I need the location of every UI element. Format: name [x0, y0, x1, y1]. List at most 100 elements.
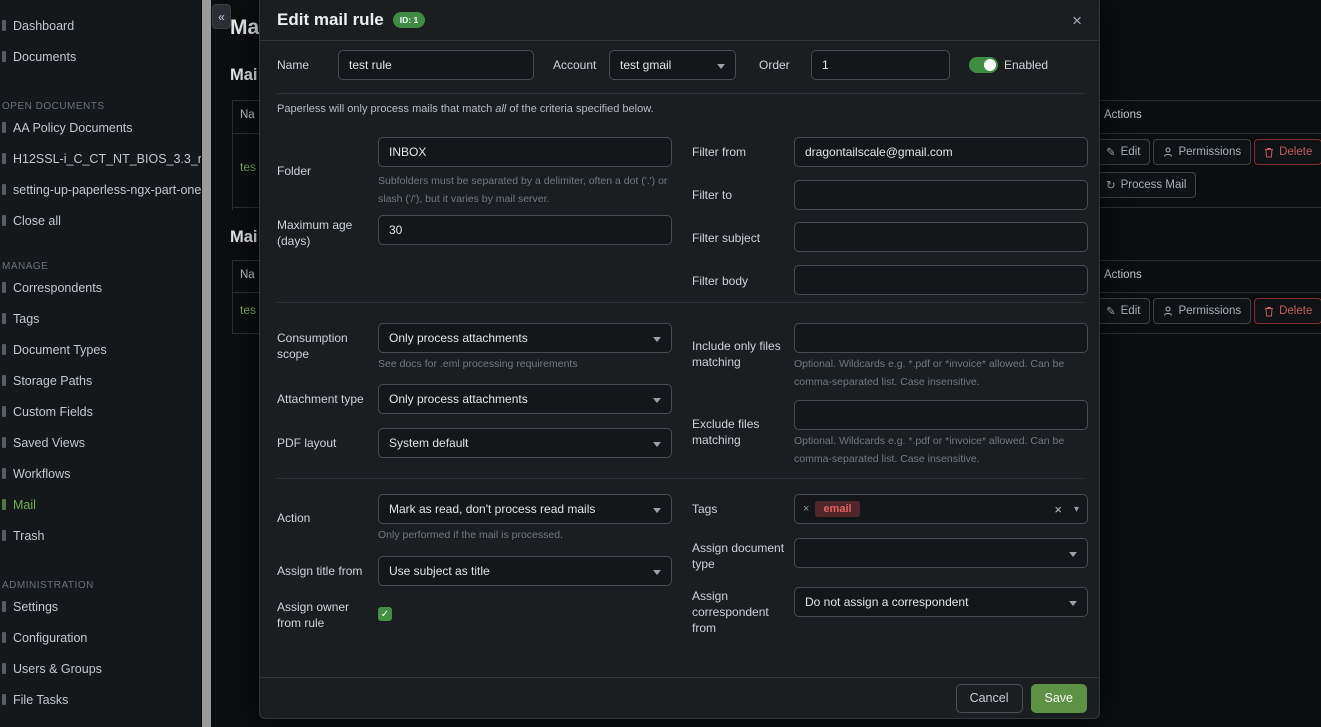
criteria-note-suffix: of the criteria specified below.: [506, 103, 653, 115]
close-all-icon: [2, 215, 6, 226]
tags-select[interactable]: × email × ▾: [794, 494, 1088, 524]
sidebar-item-label: Mail: [13, 498, 36, 512]
assign-owner-checkbox[interactable]: [378, 607, 392, 621]
pdf-layout-select[interactable]: System default: [378, 428, 672, 458]
rule-row-link[interactable]: tes: [240, 303, 256, 317]
close-icon[interactable]: ×: [1072, 12, 1082, 29]
account-process: ↻Process Mail: [1096, 172, 1196, 198]
account-delete-button[interactable]: Delete: [1254, 139, 1321, 165]
sidebar-item-settings[interactable]: Settings: [0, 591, 201, 622]
filter-from-label: Filter from: [692, 144, 746, 160]
sidebar-item-label: Tags: [13, 312, 39, 326]
sidebar-item-configuration[interactable]: Configuration: [0, 622, 201, 653]
rule-delete-button[interactable]: Delete: [1254, 298, 1321, 324]
account-edit-button[interactable]: ✎Edit: [1096, 139, 1150, 165]
accounts-name-header: Na: [240, 109, 255, 121]
account-permissions-button[interactable]: Permissions: [1153, 139, 1251, 165]
account-row-link[interactable]: tes: [240, 160, 256, 174]
pdf-layout-value: System default: [389, 436, 468, 450]
sidebar-item-tags[interactable]: Tags: [0, 303, 201, 334]
action-select[interactable]: Mark as read, don't process read mails: [378, 494, 672, 524]
name-input[interactable]: [338, 50, 534, 80]
process-mail-button[interactable]: ↻Process Mail: [1096, 172, 1196, 198]
folder-input[interactable]: [378, 137, 672, 167]
page-title: Ma: [230, 16, 259, 40]
button-label: Delete: [1279, 146, 1312, 158]
exclude-files-label: Exclude files matching: [692, 416, 788, 448]
rule-permissions-button[interactable]: Permissions: [1153, 298, 1251, 324]
sidebar-item-dashboard[interactable]: Dashboard: [0, 10, 201, 41]
tags-clear-icon[interactable]: ×: [1054, 502, 1062, 517]
include-files-label: Include only files matching: [692, 338, 788, 370]
order-input[interactable]: [811, 50, 950, 80]
trash-icon: [2, 530, 6, 541]
chevron-down-icon[interactable]: ▾: [1074, 504, 1079, 515]
documents-icon: [2, 51, 6, 62]
settings-icon: [2, 601, 6, 612]
filter-to-input[interactable]: [794, 180, 1088, 210]
save-button[interactable]: Save: [1031, 684, 1088, 713]
enabled-toggle[interactable]: [969, 57, 998, 73]
sidebar-item-label: Settings: [13, 600, 58, 614]
document-icon: [2, 122, 6, 133]
sidebar-section-open-documents: OPEN DOCUMENTS: [0, 90, 201, 112]
tag-chip: email: [815, 501, 859, 517]
exclude-files-input[interactable]: [794, 400, 1088, 430]
assign-correspondent-from-select[interactable]: Do not assign a correspondent: [794, 587, 1088, 617]
sidebar-item-correspondents[interactable]: Correspondents: [0, 272, 201, 303]
filter-body-input[interactable]: [794, 265, 1088, 295]
sidebar-item-label: File Tasks: [13, 693, 68, 707]
sidebar-item-open-doc-1[interactable]: AA Policy Documents: [0, 112, 201, 143]
sidebar-item-storage-paths[interactable]: Storage Paths: [0, 365, 201, 396]
sidebar-item-mail[interactable]: Mail: [0, 489, 201, 520]
rule-edit-button[interactable]: ✎Edit: [1096, 298, 1150, 324]
rule-id-badge: ID: 1: [393, 12, 425, 28]
sidebar-item-close-all[interactable]: Close all: [0, 205, 201, 236]
attachment-type-value: Only process attachments: [389, 392, 528, 406]
maximum-age-input[interactable]: [378, 215, 672, 245]
assign-document-type-label: Assign document type: [692, 540, 788, 572]
attachment-type-select[interactable]: Only process attachments: [378, 384, 672, 414]
workflows-icon: [2, 468, 6, 479]
sidebar-item-file-tasks[interactable]: File Tasks: [0, 684, 201, 715]
document-types-icon: [2, 344, 6, 355]
dialog-title: Edit mail rule: [277, 10, 384, 30]
sidebar-item-label: AA Policy Documents: [13, 121, 133, 135]
sidebar-scrollbar[interactable]: [202, 0, 211, 727]
filter-body-label: Filter body: [692, 273, 748, 289]
mail-icon: [2, 499, 6, 510]
sidebar-item-open-doc-3[interactable]: setting-up-paperless-ngx-part-one: [0, 174, 201, 205]
document-icon: [2, 153, 6, 164]
assign-document-type-select[interactable]: [794, 538, 1088, 568]
configuration-icon: [2, 632, 6, 643]
sidebar-item-trash[interactable]: Trash: [0, 520, 201, 551]
dialog-footer: Cancel Save: [260, 677, 1099, 718]
sidebar-item-users-groups[interactable]: Users & Groups: [0, 653, 201, 684]
criteria-note-emphasis: all: [495, 103, 506, 115]
filter-subject-input[interactable]: [794, 222, 1088, 252]
button-label: Delete: [1279, 305, 1312, 317]
sidebar-item-open-doc-2[interactable]: H12SSL-i_C_CT_NT_BIOS_3.3_rele...: [0, 143, 201, 174]
sidebar-item-documents[interactable]: Documents: [0, 41, 201, 72]
filter-from-input[interactable]: [794, 137, 1088, 167]
sidebar-item-label: Custom Fields: [13, 405, 93, 419]
folder-hint: Subfolders must be separated by a delimi…: [378, 172, 674, 208]
button-label: Edit: [1121, 305, 1141, 317]
sidebar-collapse-button[interactable]: «: [212, 4, 231, 29]
mail-accounts-heading: Mai: [230, 66, 258, 85]
sidebar-item-workflows[interactable]: Workflows: [0, 458, 201, 489]
tag-remove-icon[interactable]: ×: [803, 503, 809, 515]
account-select[interactable]: test gmail: [609, 50, 736, 80]
assign-title-from-select[interactable]: Use subject as title: [378, 556, 672, 586]
sidebar-item-saved-views[interactable]: Saved Views: [0, 427, 201, 458]
include-files-input[interactable]: [794, 323, 1088, 353]
action-value: Mark as read, don't process read mails: [389, 502, 595, 516]
cancel-button[interactable]: Cancel: [956, 684, 1023, 713]
rules-actions-header: Actions: [1104, 269, 1142, 281]
sidebar-item-custom-fields[interactable]: Custom Fields: [0, 396, 201, 427]
file-tasks-icon: [2, 694, 6, 705]
sidebar-item-document-types[interactable]: Document Types: [0, 334, 201, 365]
consumption-scope-select[interactable]: Only process attachments: [378, 323, 672, 353]
divider: [276, 478, 1085, 479]
button-label: Permissions: [1178, 146, 1241, 158]
